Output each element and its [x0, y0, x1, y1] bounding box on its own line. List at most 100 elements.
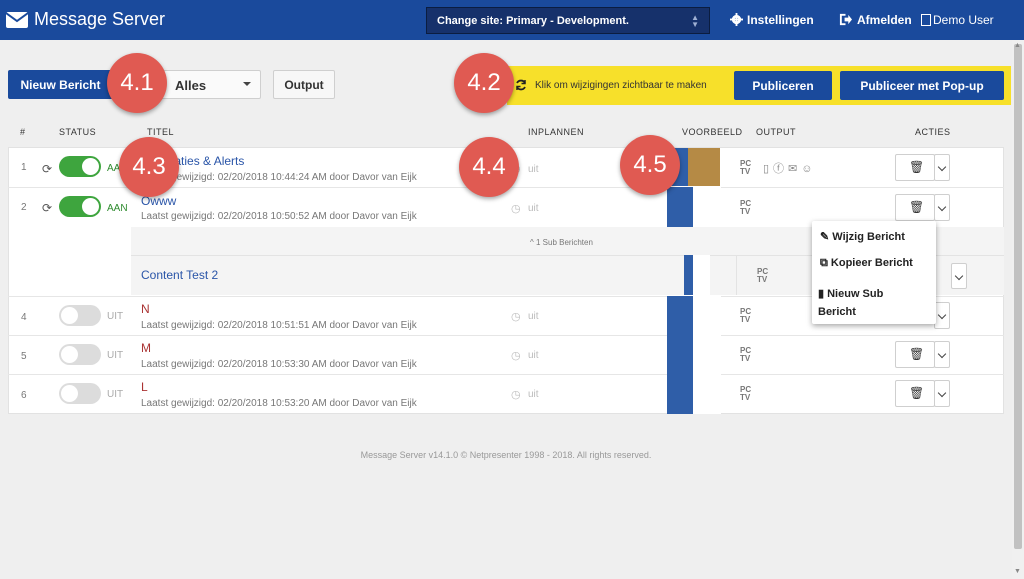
clock-icon: ◷	[511, 389, 521, 401]
row-number: 4	[21, 312, 27, 323]
status-toggle[interactable]	[59, 383, 101, 404]
toggle-knob	[82, 158, 99, 175]
last-modified: Laatst gewijzigd: 02/20/2018 10:53:30 AM…	[141, 359, 417, 370]
row-divider	[8, 374, 1004, 375]
last-modified: Laatst gewijzigd: 02/20/2018 10:50:52 AM…	[141, 211, 417, 222]
annotation-badge: 4.2	[454, 53, 514, 113]
clock-icon: ◷	[511, 311, 521, 323]
schedule-status[interactable]: uit	[528, 311, 539, 322]
menu-new-sub-message[interactable]: ▮ Nieuw Sub Bericht	[818, 285, 918, 321]
preview-thumbnail[interactable]	[667, 335, 693, 375]
row-number: 6	[21, 390, 27, 401]
status-label: UIT	[107, 311, 124, 322]
trash-icon: 🗑	[909, 386, 925, 400]
select-caret-icon: ▲ ▼	[691, 13, 699, 29]
trash-icon: 🗑	[909, 200, 925, 214]
scroll-down-icon[interactable]: ▼	[1014, 568, 1022, 576]
message-title[interactable]: L	[141, 380, 148, 394]
settings-link[interactable]: Instellingen	[747, 13, 814, 27]
chevron-down-icon	[937, 388, 947, 398]
schedule-status[interactable]: uit	[528, 203, 539, 214]
annotation-badge: 4.3	[119, 137, 179, 197]
row-number: 1	[21, 162, 27, 173]
menu-edit-label: Wijzig Bericht	[832, 231, 905, 243]
toggle-knob	[61, 307, 78, 324]
toggle-knob	[61, 385, 78, 402]
delete-button[interactable]: 🗑	[895, 154, 935, 181]
preview-thumbnail[interactable]	[667, 187, 693, 227]
preview-thumbnail-detail	[693, 187, 721, 227]
delete-button[interactable]: 🗑	[895, 194, 935, 221]
preview-thumbnail[interactable]	[667, 296, 693, 336]
sub-messages-toggle[interactable]: ^ 1 Sub Berichten	[530, 238, 593, 247]
gear-icon[interactable]	[730, 13, 743, 26]
toggle-knob	[61, 346, 78, 363]
logout-icon[interactable]	[839, 13, 852, 26]
sub-messages-toggle-label: 1 Sub Berichten	[535, 238, 593, 247]
trash-icon: 🗑	[909, 347, 925, 361]
status-toggle[interactable]	[59, 196, 101, 217]
col-preview: VOORBEELD	[682, 127, 743, 137]
schedule-status[interactable]: uit	[528, 389, 539, 400]
delete-button[interactable]: 🗑	[895, 341, 935, 368]
trash-icon: 🗑	[909, 160, 925, 174]
new-message-button[interactable]: Nieuw Bericht	[8, 70, 113, 99]
annotation-badge: 4.5	[620, 135, 680, 195]
site-select[interactable]: Change site: Primary - Development. ▲ ▼	[426, 7, 710, 34]
filter-select-value: Alles	[175, 78, 207, 93]
preview-thumbnail[interactable]	[667, 374, 693, 414]
annotation-badge: 4.1	[107, 53, 167, 113]
output-channels: PC TV	[740, 346, 752, 363]
last-modified: Laatst gewijzigd: 02/20/2018 10:53:20 AM…	[141, 398, 417, 409]
chevron-down-icon	[937, 202, 947, 212]
sub-message-title[interactable]: Content Test 2	[141, 268, 218, 282]
logout-link[interactable]: Afmelden	[857, 13, 912, 27]
message-title[interactable]: N	[141, 302, 150, 316]
col-num: #	[20, 127, 26, 137]
output-channels: PC TV	[740, 385, 752, 402]
actions-dropdown[interactable]	[934, 194, 950, 221]
output-button[interactable]: Output	[273, 70, 335, 99]
actions-dropdown[interactable]	[934, 154, 950, 181]
toggle-knob	[82, 198, 99, 215]
output-channel-icons: ▯ⓕ✉☺	[763, 163, 817, 175]
preview-thumbnail-detail	[693, 374, 721, 414]
preview-thumbnail-detail	[693, 335, 721, 375]
scrollbar-thumb[interactable]	[1014, 44, 1022, 549]
sub-actions-dropdown[interactable]	[951, 263, 967, 289]
app-title: Message Server	[34, 9, 166, 29]
chevron-down-icon	[937, 349, 947, 359]
status-label: UIT	[107, 350, 124, 361]
output-channels: PC TV	[740, 159, 752, 176]
actions-dropdown[interactable]	[934, 380, 950, 407]
refresh-icon	[516, 79, 526, 91]
col-schedule: INPLANNEN	[528, 127, 585, 137]
message-title[interactable]: M	[141, 341, 151, 355]
publish-note: Klik om wijzigingen zichtbaar te maken	[535, 80, 707, 91]
caret-down-icon	[243, 82, 251, 86]
status-toggle[interactable]	[59, 305, 101, 326]
publish-popup-button[interactable]: Publiceer met Pop-up	[840, 71, 1004, 100]
status-toggle[interactable]	[59, 344, 101, 365]
schedule-status[interactable]: uit	[528, 350, 539, 361]
row-divider	[8, 335, 1004, 336]
actions-dropdown[interactable]	[934, 341, 950, 368]
status-toggle[interactable]	[59, 156, 101, 177]
sync-icon[interactable]: ⟳	[42, 201, 52, 215]
scroll-up-icon[interactable]: ▲	[1014, 42, 1022, 50]
user-name[interactable]: Demo User	[933, 13, 994, 27]
menu-copy-message[interactable]: ⧉ Kopieer Bericht	[820, 257, 913, 270]
status-label: AAN	[107, 203, 128, 214]
actions-dropdown[interactable]	[934, 302, 950, 329]
edit-icon: ✎	[820, 231, 833, 243]
delete-button[interactable]: 🗑	[895, 380, 935, 407]
filter-select[interactable]: Alles	[160, 70, 261, 99]
row-number: 2	[21, 202, 27, 213]
file-icon: ▮	[818, 288, 828, 300]
chevron-down-icon	[937, 310, 947, 320]
publish-button[interactable]: Publiceren	[734, 71, 832, 100]
sync-icon[interactable]: ⟳	[42, 162, 52, 176]
schedule-status[interactable]: uit	[528, 164, 539, 175]
menu-edit-message[interactable]: ✎ Wijzig Bericht	[820, 230, 905, 243]
col-status: STATUS	[59, 127, 97, 137]
